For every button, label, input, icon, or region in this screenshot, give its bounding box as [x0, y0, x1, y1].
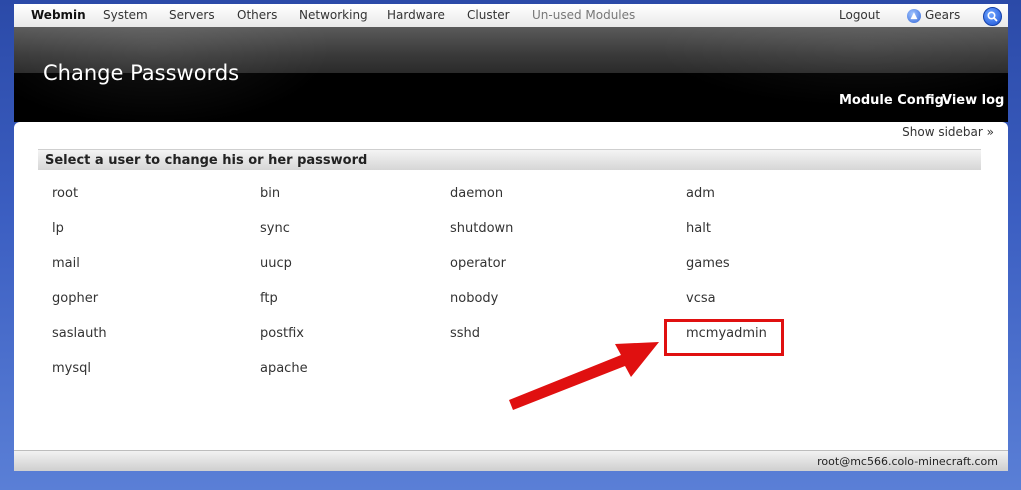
menu-others[interactable]: Others: [237, 8, 277, 22]
user-link-root[interactable]: root: [52, 186, 78, 201]
user-link-games[interactable]: games: [686, 256, 730, 271]
user-link-sshd[interactable]: sshd: [450, 326, 480, 341]
menu-cluster[interactable]: Cluster: [467, 8, 510, 22]
user-link-vcsa[interactable]: vcsa: [686, 291, 716, 306]
user-link-nobody[interactable]: nobody: [450, 291, 498, 306]
module-config-link[interactable]: Module Config: [839, 93, 944, 108]
top-menu-bar: Webmin System Servers Others Networking …: [14, 4, 1008, 28]
page-header: Change Passwords Module Config View log: [14, 27, 1008, 122]
footer-user-host: root@mc566.colo-minecraft.com: [817, 455, 998, 468]
gears-link[interactable]: Gears: [925, 8, 960, 22]
highlight-box: [664, 319, 784, 356]
main-content: Show sidebar » Select a user to change h…: [14, 122, 1008, 450]
menu-webmin[interactable]: Webmin: [31, 8, 86, 22]
user-link-mail[interactable]: mail: [52, 256, 80, 271]
user-link-halt[interactable]: halt: [686, 221, 711, 236]
user-link-postfix[interactable]: postfix: [260, 326, 304, 341]
user-link-mysql[interactable]: mysql: [52, 361, 91, 376]
menu-networking[interactable]: Networking: [299, 8, 368, 22]
logout-link[interactable]: Logout: [839, 8, 880, 22]
search-icon: [987, 11, 998, 22]
section-header: Select a user to change his or her passw…: [38, 149, 981, 170]
user-link-ftp[interactable]: ftp: [260, 291, 278, 306]
footer-bar: root@mc566.colo-minecraft.com: [14, 450, 1008, 471]
user-link-lp[interactable]: lp: [52, 221, 64, 236]
user-link-bin[interactable]: bin: [260, 186, 280, 201]
section-title: Select a user to change his or her passw…: [45, 153, 368, 168]
user-link-gopher[interactable]: gopher: [52, 291, 98, 306]
user-link-daemon[interactable]: daemon: [450, 186, 503, 201]
user-link-sync[interactable]: sync: [260, 221, 290, 236]
user-link-apache[interactable]: apache: [260, 361, 308, 376]
user-link-operator[interactable]: operator: [450, 256, 506, 271]
user-link-shutdown[interactable]: shutdown: [450, 221, 513, 236]
menu-servers[interactable]: Servers: [169, 8, 215, 22]
show-sidebar-link[interactable]: Show sidebar »: [902, 125, 994, 139]
menu-system[interactable]: System: [103, 8, 148, 22]
gears-up-arrow-icon: ▲: [907, 9, 921, 23]
page-title: Change Passwords: [43, 61, 240, 85]
red-arrow-icon: [509, 342, 659, 410]
menu-unused-modules[interactable]: Un-used Modules: [532, 8, 635, 22]
user-link-uucp[interactable]: uucp: [260, 256, 292, 271]
user-link-saslauth[interactable]: saslauth: [52, 326, 107, 341]
user-link-adm[interactable]: adm: [686, 186, 715, 201]
search-button[interactable]: [983, 7, 1002, 26]
view-log-link[interactable]: View log: [942, 93, 1004, 108]
menu-hardware[interactable]: Hardware: [387, 8, 445, 22]
